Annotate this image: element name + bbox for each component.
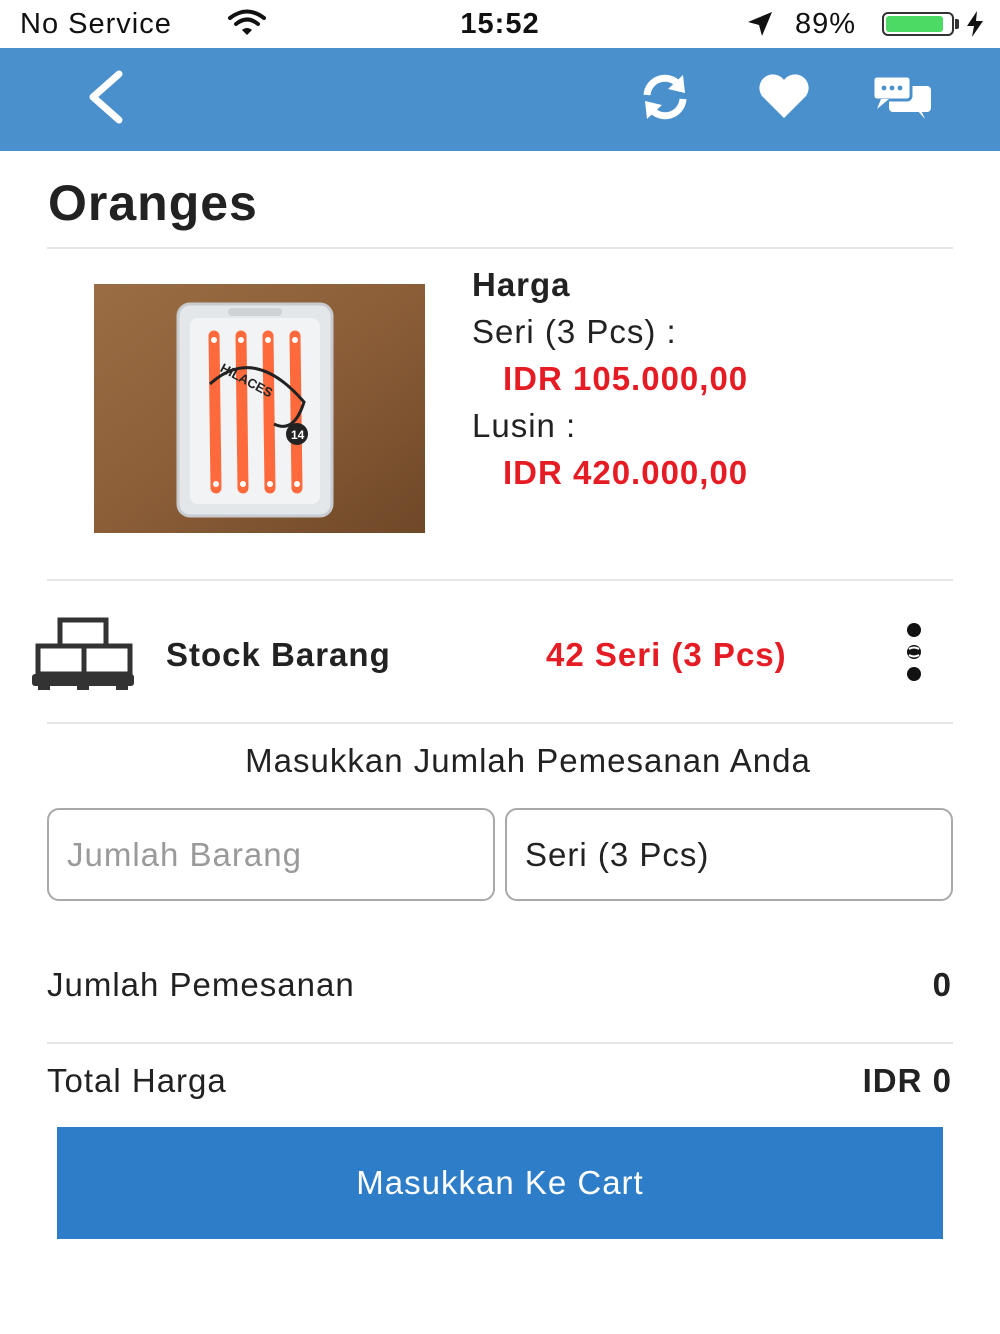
price-tier-label: Seri (3 Pcs) : xyxy=(472,313,677,350)
total-price-value: IDR 0 xyxy=(862,1062,952,1099)
more-options-button[interactable] xyxy=(898,620,930,686)
quantity-summary-label: Jumlah Pemesanan xyxy=(47,966,355,1003)
status-bar: No Service 15:52 89% xyxy=(0,0,1000,48)
chat-button[interactable] xyxy=(866,48,938,151)
refresh-icon xyxy=(639,73,691,126)
price-heading: Harga xyxy=(472,266,571,303)
price-block: Harga Seri (3 Pcs) : IDR 105.000,00 Lusi… xyxy=(472,266,748,501)
chevron-left-icon xyxy=(83,70,127,129)
quantity-input[interactable] xyxy=(47,808,495,901)
location-arrow-icon xyxy=(746,10,774,46)
stock-value: 42 Seri (3 Pcs) xyxy=(546,636,787,673)
price-tier-label: Lusin : xyxy=(472,407,577,444)
stock-label: Stock Barang xyxy=(166,636,391,673)
divider xyxy=(47,579,953,581)
nav-bar xyxy=(0,48,1000,151)
unit-select-value: Seri (3 Pcs) xyxy=(525,835,710,873)
more-vertical-icon xyxy=(898,623,930,690)
order-prompt: Masukkan Jumlah Pemesanan Anda xyxy=(245,742,811,779)
chat-bubbles-icon xyxy=(871,74,933,125)
unit-select[interactable]: Seri (3 Pcs) xyxy=(505,808,953,901)
battery-percent: 89% xyxy=(795,8,857,40)
refresh-button[interactable] xyxy=(630,48,700,151)
battery-nub xyxy=(955,19,959,29)
price-tier-value: IDR 420.000,00 xyxy=(503,454,749,491)
svg-text:14: 14 xyxy=(291,428,305,442)
heart-icon xyxy=(757,74,811,125)
product-image[interactable]: HILACES 14 xyxy=(94,284,425,533)
quantity-summary-value: 0 xyxy=(932,966,952,1003)
charging-bolt-icon xyxy=(964,10,986,46)
favorite-button[interactable] xyxy=(748,48,820,151)
divider xyxy=(47,722,953,724)
back-button[interactable] xyxy=(70,48,140,151)
divider xyxy=(47,1042,953,1044)
total-price-label: Total Harga xyxy=(47,1062,227,1099)
page-title: Oranges xyxy=(48,175,258,231)
divider xyxy=(47,247,953,249)
boxes-icon xyxy=(32,616,134,695)
price-tier-value: IDR 105.000,00 xyxy=(503,360,749,397)
add-to-cart-button[interactable]: Masukkan Ke Cart xyxy=(57,1127,943,1239)
battery-icon xyxy=(882,12,954,36)
